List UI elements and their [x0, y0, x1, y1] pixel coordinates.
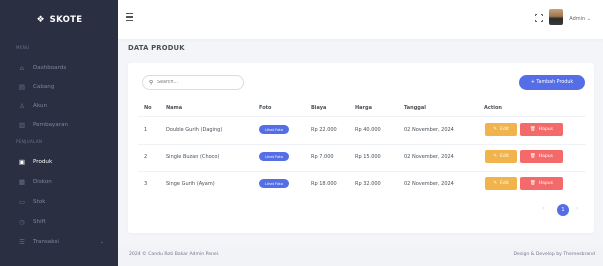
- view-photo-button[interactable]: Lihat Foto: [259, 125, 289, 134]
- delete-label: Hapus: [538, 154, 553, 159]
- delete-label: Hapus: [538, 127, 553, 132]
- footer-credit: Design & Develop by Themesbrand: [513, 252, 595, 257]
- sidebar-item-pembayaran[interactable]: ▥ Pembayaran: [0, 117, 118, 133]
- edit-icon: ✎: [493, 181, 498, 186]
- footer-copyright: 2024 © Candu Roti Bakar Admin Panel.: [129, 252, 220, 257]
- sidebar-item-dashboards[interactable]: ⌂ Dashboards: [0, 60, 118, 76]
- sidebar-item-label: Cabang: [33, 84, 55, 90]
- edit-label: Edit: [500, 127, 509, 132]
- chevron-down-icon: ⌄: [99, 239, 104, 245]
- cell-nama: Double Gurih (Daging): [166, 127, 223, 133]
- column-header-biaya: Biaya: [311, 105, 327, 111]
- delete-label: Hapus: [538, 181, 553, 186]
- chevron-down-icon: ⌄: [586, 16, 591, 22]
- edit-button[interactable]: ✎ Edit: [485, 150, 517, 163]
- card-icon: ▭: [18, 198, 26, 206]
- cell-biaya: Rp 7.000: [311, 154, 334, 160]
- trash-icon: 🗑: [530, 154, 536, 159]
- sidebar-item-label: Produk: [33, 159, 53, 165]
- cell-nama: Singe Gurih (Ayam): [166, 181, 215, 187]
- user-menu[interactable]: Admin ⌄: [569, 16, 591, 22]
- search-box[interactable]: ⚲: [142, 75, 244, 90]
- sidebar-item-akun[interactable]: ♙ Akun: [0, 98, 118, 114]
- column-header-foto: Foto: [259, 105, 272, 111]
- sidebar-item-shift[interactable]: ◷ Shift: [0, 214, 118, 230]
- sidebar-item-cabang[interactable]: ▤ Cabang: [0, 79, 118, 95]
- sidebar-item-produk[interactable]: ▣ Produk: [0, 154, 118, 170]
- sidebar-item-stok[interactable]: ▭ Stok: [0, 194, 118, 210]
- box-icon: ▣: [18, 158, 26, 166]
- cell-tanggal: 02 November, 2024: [404, 181, 454, 187]
- page-title: DATA PRODUK: [128, 44, 185, 52]
- delete-button[interactable]: 🗑 Hapus: [520, 123, 563, 136]
- edit-label: Edit: [500, 154, 509, 159]
- trash-icon: 🗑: [530, 181, 536, 186]
- logo-icon: ❖: [36, 14, 45, 25]
- edit-button[interactable]: ✎ Edit: [485, 177, 517, 190]
- cell-nama: Single Buzan (Choco): [166, 154, 220, 160]
- user-icon: ♙: [19, 102, 25, 110]
- topbar: Admin ⌄: [118, 0, 603, 39]
- delete-button[interactable]: 🗑 Hapus: [520, 150, 563, 163]
- view-photo-button[interactable]: Lihat Foto: [259, 179, 289, 188]
- product-card: ⚲ + Tambah Produk No Nama Foto Biaya Har…: [128, 63, 594, 233]
- add-product-button[interactable]: + Tambah Produk: [519, 75, 585, 90]
- cell-no: 2: [144, 154, 148, 160]
- trash-icon: 🗑: [530, 127, 536, 132]
- delete-button[interactable]: 🗑 Hapus: [520, 177, 563, 190]
- footer: 2024 © Candu Roti Bakar Admin Panel. Des…: [118, 245, 603, 266]
- column-header-nama: Nama: [166, 105, 183, 111]
- sidebar-item-label: Shift: [33, 219, 46, 225]
- column-header-action: Action: [484, 105, 502, 111]
- brand-logo[interactable]: ❖ SKOTE: [0, 0, 118, 39]
- sidebar-section-menu: MENU: [16, 45, 30, 50]
- clock-icon: ◷: [19, 218, 25, 226]
- divider: [138, 171, 586, 172]
- sidebar-item-transaksi[interactable]: ☰ Transaksi ⌄: [0, 234, 118, 250]
- sidebar-item-label: Akun: [33, 103, 47, 109]
- pagination-prev[interactable]: ‹: [542, 205, 544, 212]
- sidebar-section-penjualan: PENJUALAN: [16, 139, 43, 144]
- edit-label: Edit: [500, 181, 509, 186]
- tag-icon: ▦: [18, 178, 26, 186]
- sidebar-item-diskon[interactable]: ▦ Diskon: [0, 174, 118, 190]
- cell-tanggal: 02 November, 2024: [404, 127, 454, 133]
- cell-tanggal: 02 November, 2024: [404, 154, 454, 160]
- edit-button[interactable]: ✎ Edit: [485, 123, 517, 136]
- home-icon: ⌂: [19, 64, 25, 72]
- sidebar: ❖ SKOTE MENU ⌂ Dashboards ▤ Cabang ♙ Aku…: [0, 0, 118, 266]
- search-input[interactable]: [157, 80, 238, 85]
- view-photo-button[interactable]: Lihat Foto: [259, 152, 289, 161]
- divider: [138, 144, 586, 145]
- user-name: Admin: [569, 16, 586, 22]
- menu-toggle-icon[interactable]: [126, 13, 134, 21]
- bar-chart-icon: ▥: [18, 121, 26, 129]
- avatar[interactable]: [549, 9, 563, 25]
- column-header-no: No: [144, 105, 152, 111]
- search-icon: ⚲: [149, 79, 154, 86]
- cell-biaya: Rp 18.000: [311, 181, 337, 187]
- sidebar-item-label: Stok: [33, 199, 46, 205]
- sidebar-item-label: Diskon: [33, 179, 52, 185]
- edit-icon: ✎: [493, 154, 498, 159]
- brand-name: SKOTE: [49, 14, 83, 25]
- edit-icon: ✎: [493, 127, 498, 132]
- cell-biaya: Rp 22.000: [311, 127, 337, 133]
- cell-no: 1: [144, 127, 148, 133]
- divider: [138, 116, 586, 117]
- cell-harga: Rp 40.000: [355, 127, 381, 133]
- cell-harga: Rp 32.000: [355, 181, 381, 187]
- sidebar-item-label: Transaksi: [33, 239, 59, 245]
- cell-no: 3: [144, 181, 148, 187]
- list-icon: ☰: [19, 238, 25, 246]
- sidebar-item-label: Pembayaran: [33, 122, 69, 128]
- column-header-tanggal: Tanggal: [404, 105, 426, 111]
- fullscreen-icon[interactable]: [534, 13, 544, 23]
- pagination-next[interactable]: ›: [576, 205, 578, 212]
- sidebar-item-label: Dashboards: [33, 65, 67, 71]
- pagination-page-1[interactable]: 1: [557, 204, 569, 216]
- column-header-harga: Harga: [355, 105, 372, 111]
- file-icon: ▤: [18, 83, 26, 91]
- cell-harga: Rp 15.000: [355, 154, 381, 160]
